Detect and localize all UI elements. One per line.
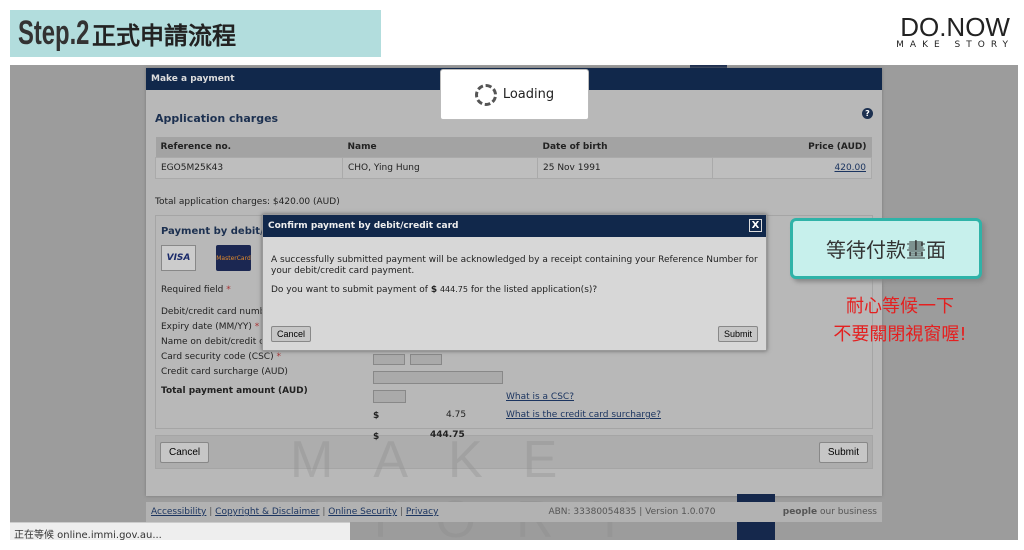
cell-dob: 25 Nov 1991: [537, 157, 713, 179]
brand-logo: DO.NOW MAKE STORY: [896, 14, 1014, 50]
surcharge-label: Credit card surcharge (AUD): [161, 367, 288, 377]
close-icon[interactable]: X: [749, 219, 762, 232]
name-input[interactable]: [373, 371, 503, 384]
asterisk: *: [254, 322, 260, 332]
spinner-icon: [474, 83, 497, 106]
payment-amount: 444.75: [439, 285, 468, 294]
logo-sub: MAKE STORY: [896, 40, 1014, 50]
cell-name: CHO, Ying Hung: [342, 157, 538, 179]
visa-icon: VISA: [161, 245, 196, 271]
note-line: 耐心等候一下: [846, 296, 954, 317]
slide-title: Step.2 正式申請流程: [10, 10, 381, 57]
dialog-message: A successfully submitted payment will be…: [271, 255, 758, 276]
loading-indicator: Loading: [440, 69, 589, 120]
confirm-payment-dialog: Confirm payment by debit/credit card X A …: [262, 214, 767, 351]
page-footer: Accessibility | Copyright & Disclaimer |…: [146, 502, 882, 522]
expiry-label: Expiry date (MM/YY): [161, 322, 252, 332]
step-title: 正式申請流程: [92, 22, 237, 50]
col-price: Price (AUD): [712, 137, 872, 158]
note-text: 耐心等候一下 不要關閉視窗喔!: [800, 293, 1000, 349]
tagline: our business: [820, 507, 877, 517]
csc-help-link[interactable]: What is a CSC?: [506, 392, 574, 402]
expiry-year-select[interactable]: [410, 354, 442, 365]
browser-status-bar: 正在等候 online.immi.gov.au...: [10, 522, 350, 541]
col-reference: Reference no.: [155, 137, 343, 158]
watermark: MAKE STORY: [290, 431, 627, 549]
footer-link-security[interactable]: Online Security: [328, 507, 397, 517]
abn-version: ABN: 33380054835 | Version 1.0.070: [548, 507, 716, 517]
price-link[interactable]: 420.00: [835, 163, 867, 173]
dialog-submit-button[interactable]: Submit: [717, 326, 758, 342]
logo-main: DO.NOW: [900, 12, 1010, 42]
surcharge-help-link[interactable]: What is the credit card surcharge?: [506, 410, 661, 420]
step-label: Step.2: [18, 14, 90, 52]
dialog-title: Confirm payment by debit/credit card: [268, 221, 459, 231]
footer-link-accessibility[interactable]: Accessibility: [151, 507, 206, 517]
csc-input[interactable]: [373, 390, 406, 403]
required-label: Required field: [161, 285, 224, 295]
col-dob: Date of birth: [537, 137, 713, 158]
surcharge-value: 4.75: [446, 410, 467, 420]
mastercard-icon: MasterCard: [216, 245, 251, 271]
expiry-month-select[interactable]: [373, 354, 405, 365]
question-text: Do you want to submit payment of: [271, 285, 428, 295]
question-text-end: for the listed application(s)?: [470, 285, 598, 295]
footer-link-copyright[interactable]: Copyright & Disclaimer: [215, 507, 319, 517]
surcharge-currency: $: [373, 411, 380, 421]
footer-link-privacy[interactable]: Privacy: [406, 507, 439, 517]
cancel-button[interactable]: Cancel: [160, 441, 210, 463]
callout-box: 等待付款畫面: [790, 218, 982, 279]
csc-label: Card security code (CSC): [161, 352, 274, 362]
table-row: EGO5M25K43 CHO, Ying Hung 25 Nov 1991 420.0…: [155, 157, 872, 179]
currency: $: [430, 285, 438, 295]
asterisk: *: [226, 285, 231, 295]
cell-reference: EGO5M25K43: [155, 157, 343, 179]
tagline-bold: people: [782, 507, 818, 517]
asterisk: *: [276, 352, 281, 362]
dialog-cancel-button[interactable]: Cancel: [271, 326, 312, 342]
question-circle-icon[interactable]: ?: [862, 108, 873, 119]
col-name: Name: [342, 137, 538, 158]
note-line: 不要關閉視窗喔!: [833, 324, 967, 345]
total-charges: Total application charges: $420.00 (AUD): [155, 197, 340, 207]
loading-label: Loading: [502, 87, 555, 102]
charges-table: Reference no. Name Date of birth Price (AUD…: [155, 137, 872, 179]
